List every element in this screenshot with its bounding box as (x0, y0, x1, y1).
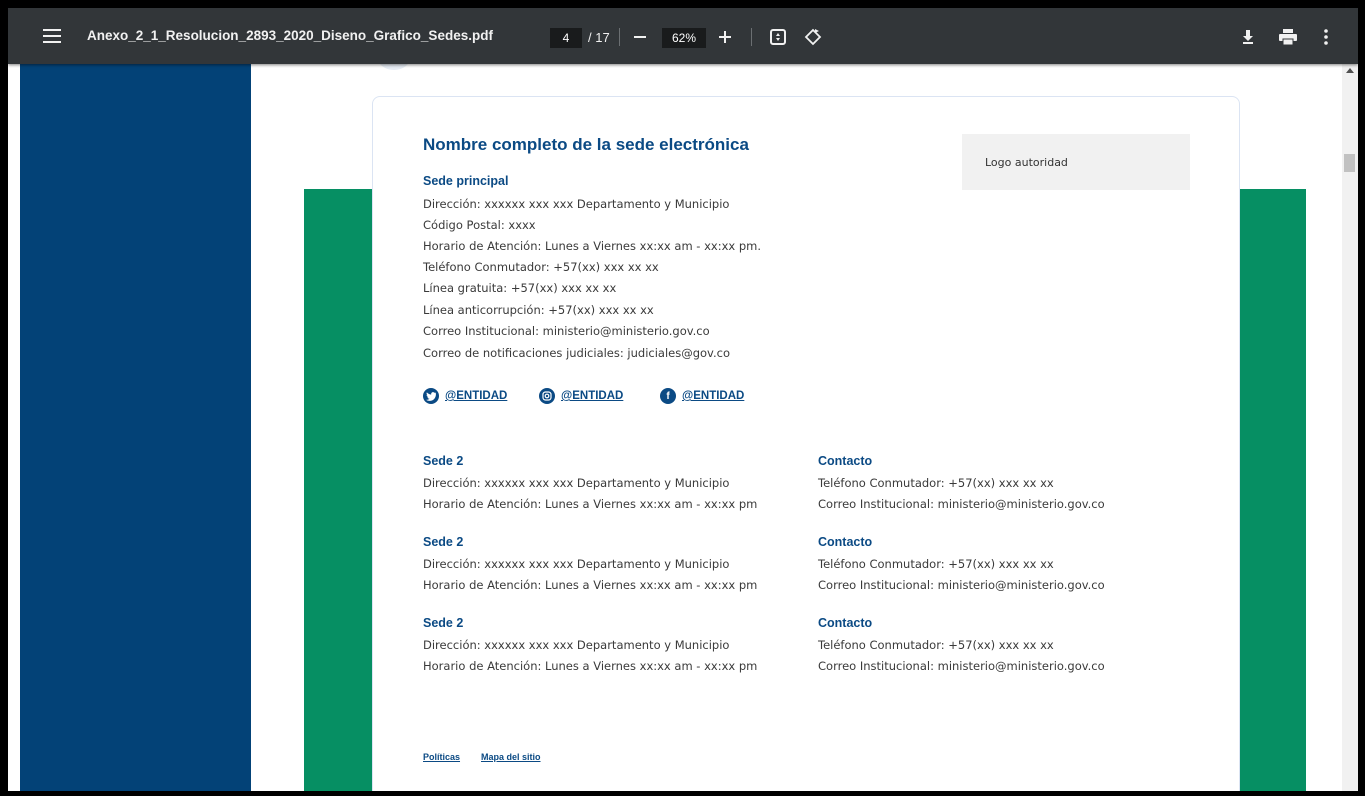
plus-icon[interactable] (713, 25, 737, 49)
toolbar-divider (751, 28, 752, 46)
social-item[interactable]: @ENTIDAD (539, 388, 623, 404)
contact-phone: Teléfono Conmutador: +57(xx) xxx xx xx (818, 476, 1054, 490)
main-sede-line: Correo Institucional: ministerio@ministe… (423, 324, 710, 338)
contact-phone: Teléfono Conmutador: +57(xx) xxx xx xx (818, 638, 1054, 652)
sede-hours: Horario de Atención: Lunes a Viernes xx:… (423, 659, 758, 673)
document-title: Anexo_2_1_Resolucion_2893_2020_Diseno_Gr… (87, 28, 493, 43)
main-sede-line: Teléfono Conmutador: +57(xx) xxx xx xx (423, 260, 659, 274)
sede-hours: Horario de Atención: Lunes a Viernes xx:… (423, 497, 758, 511)
page-number-input[interactable]: 4 (550, 28, 582, 48)
instagram-link[interactable]: @ENTIDAD (561, 390, 623, 402)
contact-email: Correo Institucional: ministerio@ministe… (818, 497, 1105, 511)
sede-heading: Sede 2 (423, 616, 464, 630)
contact-heading: Contacto (818, 535, 873, 549)
social-item[interactable]: f @ENTIDAD (660, 388, 744, 404)
main-sede-line: Correo de notificaciones judiciales: jud… (423, 346, 730, 360)
zoom-input[interactable]: 62% (662, 28, 706, 48)
pdf-toolbar: Anexo_2_1_Resolucion_2893_2020_Diseno_Gr… (8, 8, 1358, 64)
sede-address: Dirección: xxxxxx xxx xxx Departamento y… (423, 476, 730, 490)
main-sede-line: Línea gratuita: +57(xx) xxx xx xx (423, 281, 617, 295)
sede-address: Dirección: xxxxxx xxx xxx Departamento y… (423, 638, 730, 652)
rotate-icon[interactable] (801, 25, 825, 49)
logo-label: Logo autoridad (985, 156, 1068, 169)
download-icon[interactable] (1236, 25, 1260, 49)
decorative-shape (378, 64, 410, 70)
print-icon[interactable] (1276, 25, 1300, 49)
sede-heading: Sede 2 (423, 454, 464, 468)
sede-hours: Horario de Atención: Lunes a Viernes xx:… (423, 578, 758, 592)
facebook-link[interactable]: @ENTIDAD (682, 390, 744, 402)
footer-link-politicas[interactable]: Políticas (423, 752, 460, 762)
main-sede-line: Línea anticorrupción: +57(xx) xxx xx xx (423, 303, 654, 317)
pdf-viewport[interactable]: Nombre completo de la sede electrónica L… (8, 64, 1350, 791)
contact-email: Correo Institucional: ministerio@ministe… (818, 578, 1105, 592)
main-sede-line: Horario de Atención: Lunes a Viernes xx:… (423, 239, 762, 253)
logo-placeholder: Logo autoridad (962, 134, 1190, 190)
page-total: / 17 (588, 30, 610, 45)
card-title: Nombre completo de la sede electrónica (423, 135, 749, 154)
twitter-icon (423, 388, 439, 404)
sede-heading: Sede 2 (423, 535, 464, 549)
footer-link-mapa-sitio[interactable]: Mapa del sitio (481, 752, 541, 762)
instagram-icon (539, 388, 555, 404)
scroll-thumb[interactable] (1344, 154, 1355, 172)
contact-heading: Contacto (818, 454, 873, 468)
facebook-icon: f (660, 388, 676, 404)
contact-heading: Contacto (818, 616, 873, 630)
contact-email: Correo Institucional: ministerio@ministe… (818, 659, 1105, 673)
minus-icon[interactable] (628, 25, 652, 49)
main-sede-heading: Sede principal (423, 174, 509, 188)
twitter-link[interactable]: @ENTIDAD (445, 390, 507, 402)
sede-address: Dirección: xxxxxx xxx xxx Departamento y… (423, 557, 730, 571)
vertical-scrollbar[interactable] (1342, 64, 1358, 791)
contact-phone: Teléfono Conmutador: +57(xx) xxx xx xx (818, 557, 1054, 571)
menu-icon[interactable] (40, 24, 64, 48)
more-vert-icon[interactable] (1314, 25, 1338, 49)
toolbar-divider (619, 28, 620, 46)
left-blue-panel (20, 64, 251, 791)
fit-page-icon[interactable] (766, 25, 790, 49)
social-item[interactable]: @ENTIDAD (423, 388, 507, 404)
main-sede-line: Código Postal: xxxx (423, 218, 536, 232)
sede-card: Nombre completo de la sede electrónica L… (372, 96, 1240, 791)
scroll-up-arrow-icon[interactable] (1346, 68, 1354, 73)
main-sede-line: Dirección: xxxxxx xxx xxx Departamento y… (423, 197, 730, 211)
